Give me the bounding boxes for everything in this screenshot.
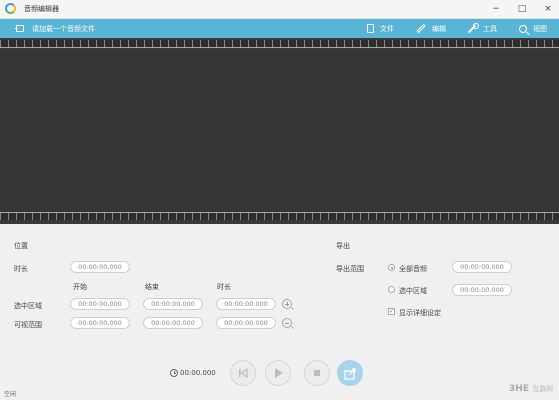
tools-menu[interactable]: 工具 <box>468 23 497 34</box>
visible-length-field[interactable] <box>216 317 276 329</box>
position-section-title: 位置 <box>14 242 28 250</box>
app-logo-icon <box>4 2 18 16</box>
visible-range-label: 可视范围 <box>14 321 42 329</box>
file-icon <box>367 24 374 33</box>
selected-region-field[interactable] <box>452 284 512 296</box>
waveform-canvas[interactable] <box>0 50 559 212</box>
clock-icon <box>170 369 178 377</box>
toolbar: 请加载一个音频文件 文件 编辑 工具 视图 <box>0 19 559 38</box>
add-file-button[interactable]: 请加载一个音频文件 <box>15 24 95 34</box>
selection-start-field[interactable] <box>70 298 130 310</box>
status-bar: 空闲 3HE 当游网 <box>0 384 559 400</box>
export-section-title: 导出 <box>336 242 350 250</box>
pen-icon <box>416 23 426 34</box>
selected-region-label: 选中区域 <box>399 287 427 295</box>
export-range-label: 导出范围 <box>336 265 364 273</box>
watermark: 3HE 当游网 <box>509 384 553 394</box>
search-icon <box>519 24 527 33</box>
show-details-checkbox[interactable]: ✓ <box>388 308 395 315</box>
all-audio-label: 全部音频 <box>399 265 427 273</box>
selection-label: 选中区域 <box>14 302 42 310</box>
selection-end-field[interactable] <box>143 298 203 310</box>
watermark-brand: 3HE <box>509 384 529 394</box>
stop-button[interactable] <box>304 360 330 386</box>
column-end-header: 结束 <box>145 283 159 291</box>
minimize-button[interactable]: − <box>489 2 503 16</box>
play-button[interactable] <box>265 360 291 386</box>
window-controls: − □ × <box>489 2 555 16</box>
edit-menu-label: 编辑 <box>432 24 446 33</box>
properties-panel: 位置 时长 开始 结束 时长 选中区域 可视范围 导出 导出范围 全部音频 选中… <box>0 224 559 358</box>
skip-start-icon <box>239 367 248 379</box>
edit-menu[interactable]: 编辑 <box>416 23 446 34</box>
stop-icon <box>314 370 320 376</box>
selected-region-radio[interactable] <box>388 286 395 293</box>
visible-end-field[interactable] <box>143 317 203 329</box>
status-text: 空闲 <box>4 391 17 398</box>
column-length-header: 时长 <box>217 283 231 291</box>
all-audio-field[interactable] <box>452 261 512 273</box>
skip-to-start-button[interactable] <box>230 360 256 386</box>
duration-label: 时长 <box>14 265 28 273</box>
zoom-out-icon[interactable] <box>282 318 294 329</box>
view-menu-label: 视图 <box>533 24 547 33</box>
maximize-button[interactable]: □ <box>515 2 529 16</box>
export-button[interactable] <box>337 360 363 386</box>
all-audio-radio[interactable] <box>388 264 395 271</box>
show-details-label: 显示详细设定 <box>399 309 441 317</box>
wrench-icon <box>468 23 479 33</box>
timeline-ruler-bottom[interactable] <box>0 212 559 220</box>
tools-menu-label: 工具 <box>483 24 497 33</box>
selection-length-field[interactable] <box>216 298 276 310</box>
column-start-header: 开始 <box>73 283 87 291</box>
view-menu[interactable]: 视图 <box>519 24 547 34</box>
playback-bar: 00:00.000 <box>0 358 559 388</box>
timeline-ruler-top[interactable] <box>0 40 559 48</box>
playback-time: 00:00.000 <box>180 369 216 377</box>
window-title: 音频编辑器 <box>24 5 59 13</box>
title-bar: 音频编辑器 − □ × <box>0 0 559 19</box>
waveform-area[interactable] <box>0 38 559 224</box>
watermark-name: 当游网 <box>532 385 553 393</box>
open-file-icon <box>15 25 24 32</box>
zoom-in-icon[interactable] <box>282 299 294 310</box>
visible-start-field[interactable] <box>70 317 130 329</box>
duration-field[interactable] <box>70 261 130 273</box>
add-file-label: 请加载一个音频文件 <box>32 24 95 33</box>
file-menu-label: 文件 <box>380 24 394 33</box>
share-icon <box>344 368 356 380</box>
close-button[interactable]: × <box>541 2 555 16</box>
play-icon <box>275 368 283 378</box>
file-menu[interactable]: 文件 <box>367 24 394 34</box>
